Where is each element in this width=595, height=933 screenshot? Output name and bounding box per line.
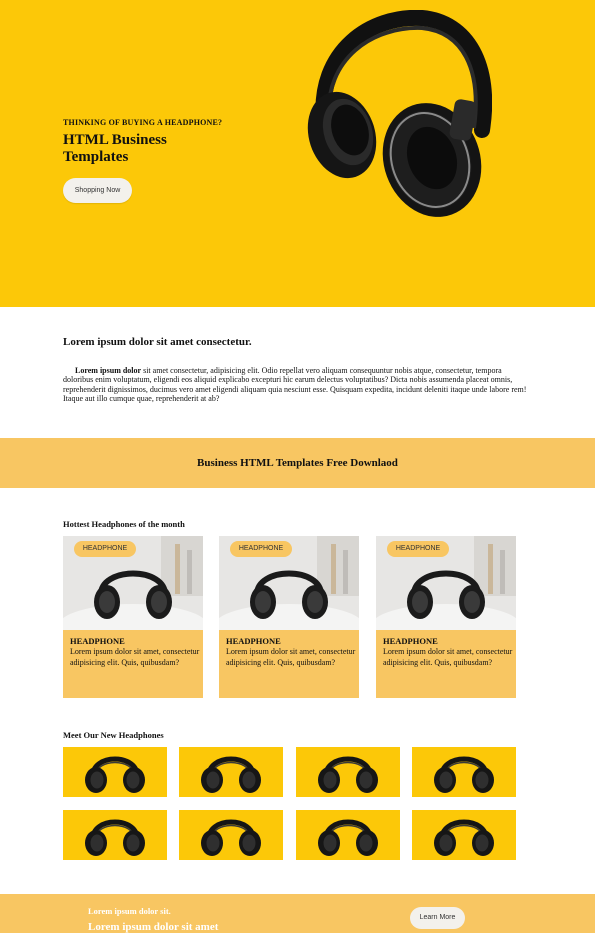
intro-lead: Lorem ipsum dolor: [75, 366, 142, 375]
product-description: Lorem ipsum dolor sit amet, consectetur …: [70, 647, 200, 667]
headphone-icon: [434, 756, 494, 793]
headphone-tile[interactable]: [296, 810, 400, 860]
product-badge: HEADPHONE: [387, 541, 449, 557]
headphone-tile[interactable]: [63, 747, 167, 797]
product-title: HEADPHONE: [70, 636, 125, 646]
headphone-icon: [85, 819, 145, 856]
product-badge: HEADPHONE: [74, 541, 136, 557]
headphone-tile[interactable]: [179, 747, 283, 797]
hottest-section-title: Hottest Headphones of the month: [63, 519, 185, 529]
footer-cta: Lorem ipsum dolor sit. Lorem ipsum dolor…: [0, 894, 595, 933]
learn-more-button[interactable]: Learn More: [410, 907, 465, 929]
product-card[interactable]: HEADPHONE HEADPHONE Lorem ipsum dolor si…: [63, 536, 203, 698]
footer-title: Lorem ipsum dolor sit amet: [88, 921, 219, 933]
headphone-icon: [85, 756, 145, 793]
product-description: Lorem ipsum dolor sit amet, consectetur …: [383, 647, 513, 667]
hero-title: HTML Business Templates: [63, 132, 167, 165]
product-description: Lorem ipsum dolor sit amet, consectetur …: [226, 647, 356, 667]
headphone-hero-image: [307, 10, 492, 217]
headphone-icon: [318, 819, 378, 856]
hero-section: THINKING OF BUYING A HEADPHONE? HTML Bus…: [0, 0, 595, 307]
product-title: HEADPHONE: [226, 636, 281, 646]
product-card[interactable]: HEADPHONE HEADPHONE Lorem ipsum dolor si…: [219, 536, 359, 698]
intro-section: Lorem ipsum dolor sit amet consectetur. …: [63, 336, 533, 404]
headphone-icon: [201, 819, 261, 856]
intro-heading: Lorem ipsum dolor sit amet consectetur.: [63, 336, 252, 348]
headphone-tile[interactable]: [412, 810, 516, 860]
headphone-icon: [434, 819, 494, 856]
new-headphones-grid: [63, 747, 516, 860]
hottest-cards: HEADPHONE HEADPHONE Lorem ipsum dolor si…: [63, 536, 533, 698]
headphone-tile[interactable]: [412, 747, 516, 797]
headphone-icon: [318, 756, 378, 793]
headphone-tile[interactable]: [63, 810, 167, 860]
headphone-icon: [201, 756, 261, 793]
product-card[interactable]: HEADPHONE HEADPHONE Lorem ipsum dolor si…: [376, 536, 516, 698]
download-banner[interactable]: Business HTML Templates Free Downlaod: [0, 438, 595, 488]
headphone-tile[interactable]: [296, 747, 400, 797]
headphone-tile[interactable]: [179, 810, 283, 860]
new-headphones-title: Meet Our New Headphones: [63, 730, 164, 740]
product-title: HEADPHONE: [383, 636, 438, 646]
shopping-now-button[interactable]: Shopping Now: [63, 178, 132, 203]
product-badge: HEADPHONE: [230, 541, 292, 557]
intro-paragraph: Lorem ipsum dolor sit amet consectetur, …: [63, 366, 533, 404]
footer-subtitle: Lorem ipsum dolor sit.: [88, 906, 171, 916]
hero-kicker: THINKING OF BUYING A HEADPHONE?: [63, 118, 223, 127]
